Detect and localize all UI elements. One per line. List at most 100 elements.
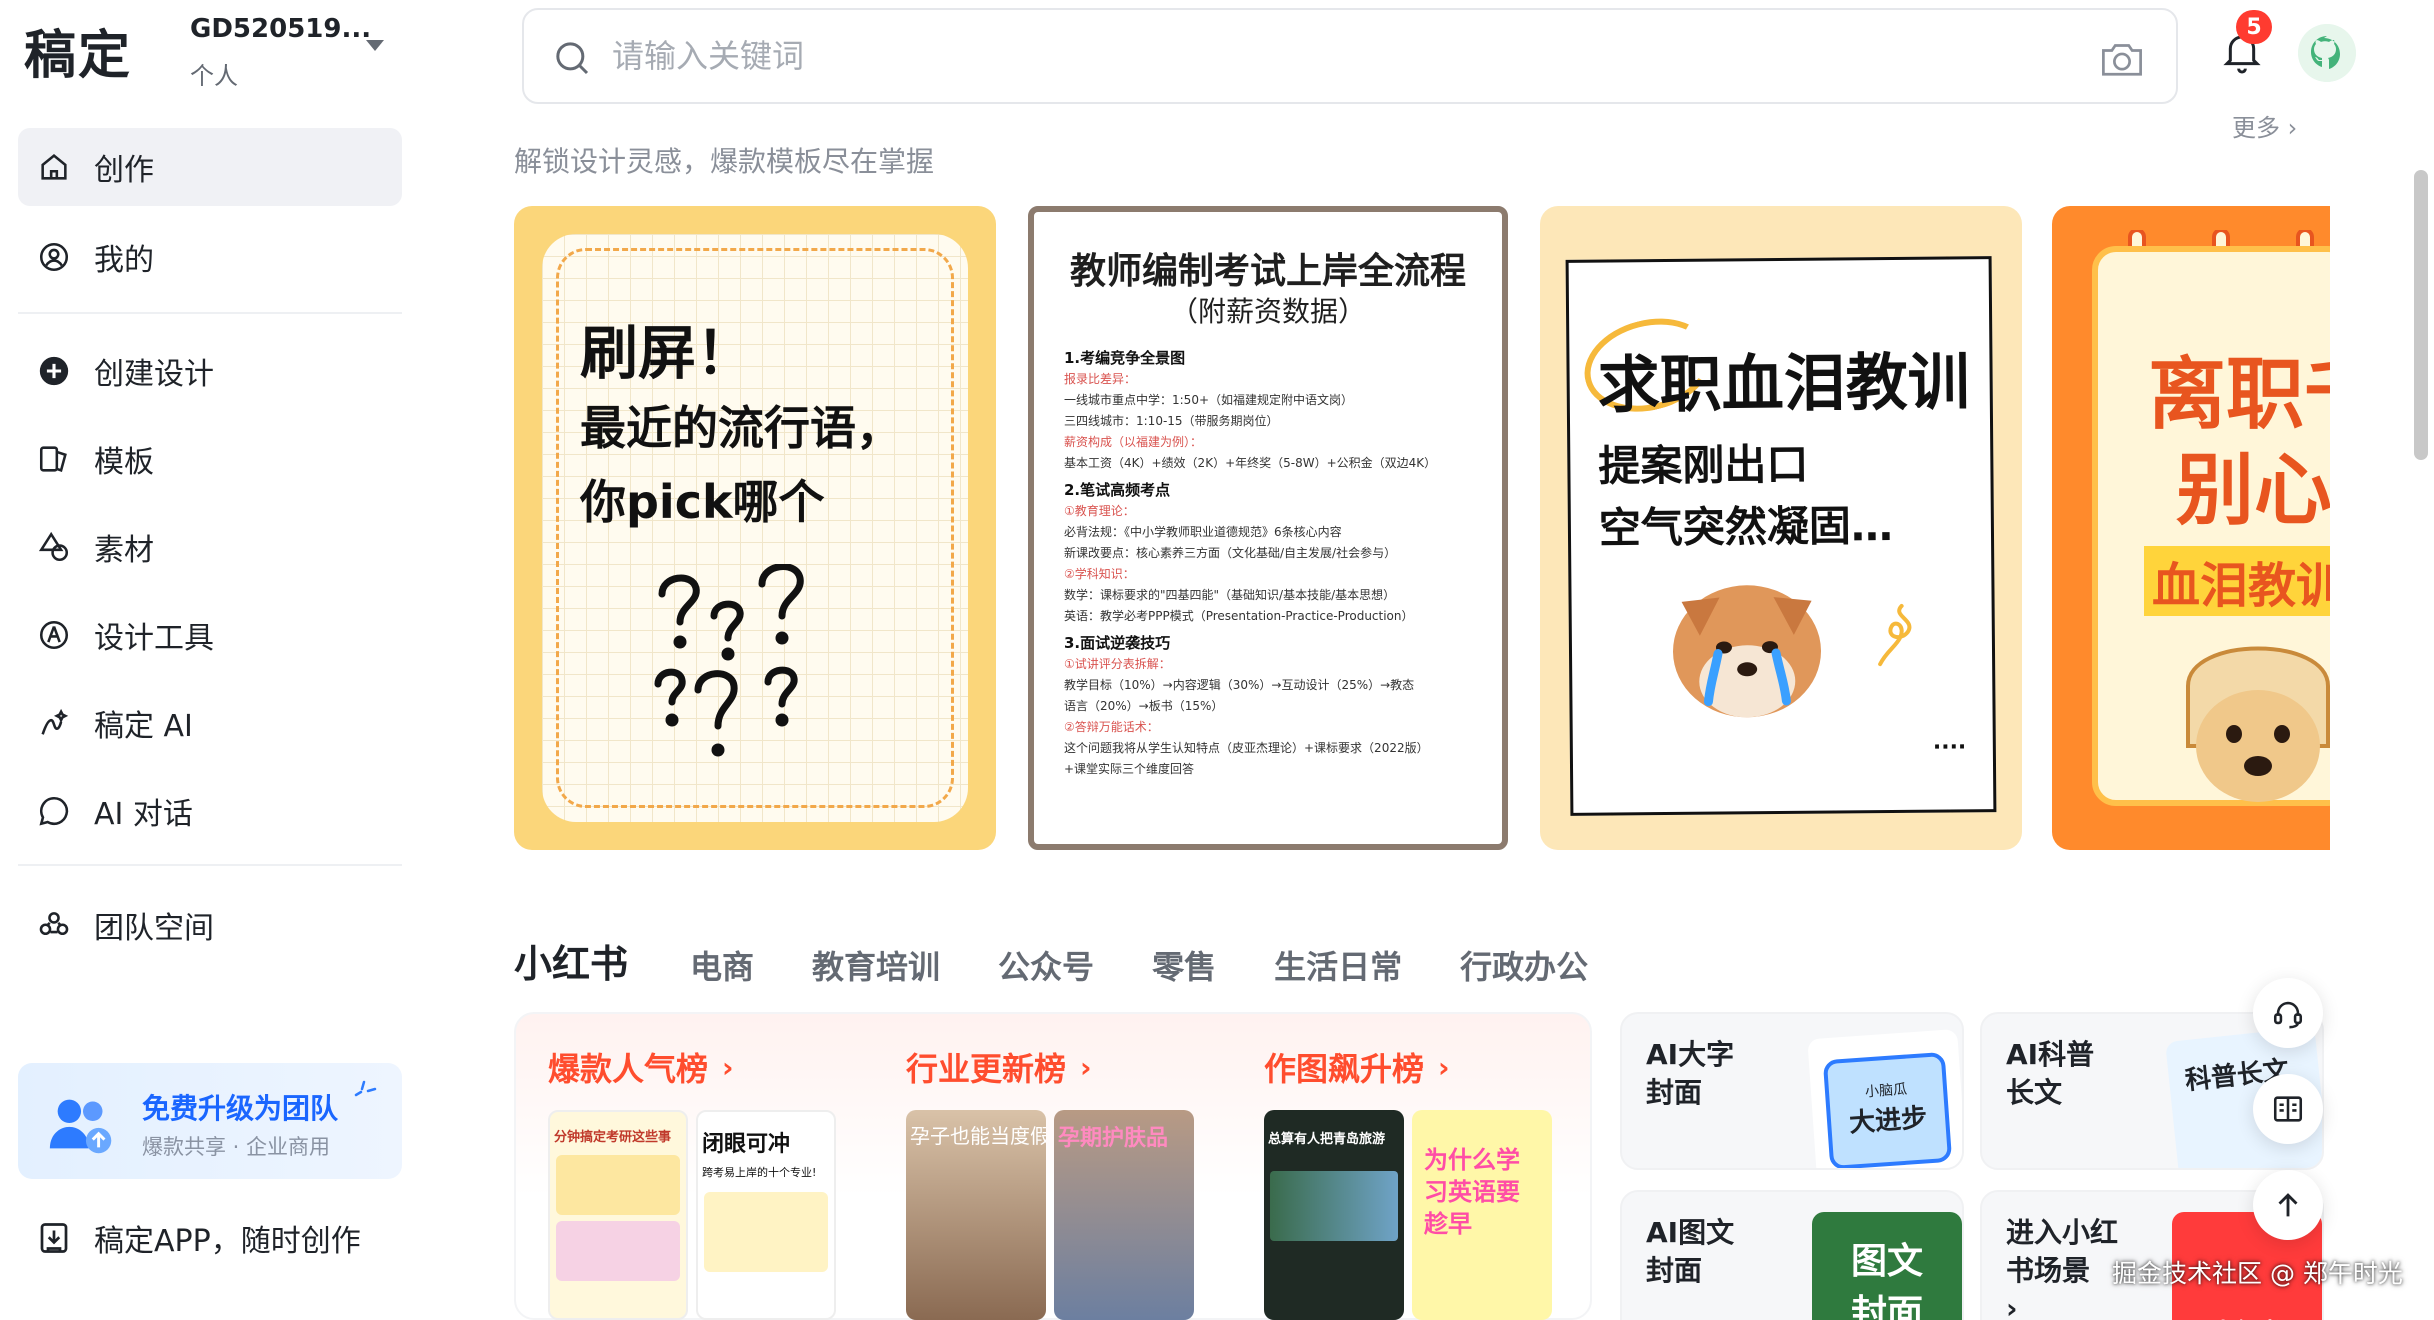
- card-line: 数学：课标要求的"四基四能"（基础知识/基本技能/基本思想）: [1064, 588, 1396, 602]
- card-line: 这个问题我将从学生认知特点（皮亚杰理论）+课标要求（2022版）: [1064, 741, 1429, 755]
- tool-label-line: 封面: [1646, 1254, 1703, 1287]
- avatar[interactable]: [2298, 24, 2356, 82]
- ranking-title: 爆款人气榜: [548, 1050, 709, 1088]
- download-icon: [40, 1223, 68, 1253]
- sidebar-item-create-design[interactable]: 创建设计: [18, 332, 402, 410]
- tab-ecommerce[interactable]: 电商: [690, 942, 754, 988]
- tab-xiaohongshu[interactable]: 小红书: [514, 933, 628, 988]
- template-card[interactable]: 求职血泪教训 提案刚出口 空气突然凝固… ....: [1540, 206, 2022, 850]
- thumbnail-block: [556, 1221, 680, 1281]
- template-thumbnail[interactable]: 总算有人把青岛旅游: [1264, 1110, 1404, 1320]
- sidebar-item-label: 我的: [94, 243, 154, 278]
- tool-thumbnail-text: 图文: [1850, 1241, 1923, 1282]
- customer-service-button[interactable]: [2253, 978, 2323, 1048]
- template-thumbnail[interactable]: 分钟搞定考研这些事: [548, 1110, 688, 1320]
- home-icon: [36, 149, 72, 185]
- tool-label-line: 书场景: [2006, 1254, 2091, 1287]
- card-line: ①试讲评分表拆解：: [1064, 657, 1171, 671]
- user-icon: [36, 239, 72, 275]
- template-thumbnail[interactable]: 为什么学习英语要趁早: [1412, 1110, 1552, 1320]
- tool-label-line: 封面: [1646, 1076, 1703, 1109]
- watermark-text: 掘金技术社区 @ 郑午时光: [2112, 1259, 2403, 1288]
- sidebar-item-ai-chat[interactable]: AI 对话: [18, 772, 402, 850]
- swirl-decoration: [1878, 603, 1912, 667]
- ranking-column: 行业更新榜 ›: [906, 1044, 1246, 1090]
- card-title: 教师编制考试上岸全流程: [1069, 250, 1466, 292]
- card-line: ①教育理论：: [1064, 504, 1135, 518]
- tab-daily-life[interactable]: 生活日常: [1274, 942, 1402, 988]
- card-line: +课堂实际三个维度回答: [1064, 762, 1195, 776]
- upgrade-team-card[interactable]: 免费升级为团队 爆款共享 · 企业商用: [18, 1063, 402, 1179]
- tab-office-admin[interactable]: 行政办公: [1460, 942, 1588, 988]
- account-switcher[interactable]: GD520519... 个人: [190, 14, 371, 91]
- template-card[interactable]: 教师编制考试上岸全流程 （附薪资数据） 1.考编竞争全景图 报录比差异： 一线城…: [1028, 206, 1508, 850]
- ranking-title-link[interactable]: 爆款人气榜 ›: [548, 1044, 888, 1090]
- book-icon: [2273, 1096, 2303, 1122]
- card-artwork: 刷屏！ 最近的流行语， 你pick哪个: [542, 234, 968, 822]
- tool-thumbnail: 图文 封面: [1812, 1212, 1962, 1320]
- search-box[interactable]: [522, 8, 2178, 104]
- more-label: 更多: [2232, 114, 2280, 142]
- card-line: 薪资构成（以福建为例）：: [1064, 435, 1203, 449]
- search-input[interactable]: [612, 28, 2012, 84]
- chevron-right-icon: ›: [722, 1050, 734, 1084]
- tool-label: AI图文 封面: [1646, 1214, 1734, 1290]
- card-text-line: 最近的流行语，: [580, 401, 902, 455]
- brand-logo[interactable]: 稿定: [24, 14, 132, 86]
- tool-label-line: AI大字: [1646, 1038, 1735, 1071]
- download-app-link[interactable]: 稿定APP，随时创作: [18, 1198, 361, 1278]
- camera-icon[interactable]: [2100, 40, 2144, 78]
- card-text-line: 你pick哪个: [580, 475, 825, 529]
- sidebar-item-materials[interactable]: 素材: [18, 508, 402, 586]
- back-to-top-button[interactable]: [2253, 1170, 2323, 1240]
- template-thumbnail[interactable]: 孕子也能当度假: [906, 1110, 1046, 1320]
- template-card[interactable]: 刷屏！ 最近的流行语， 你pick哪个: [514, 206, 996, 850]
- category-tabs: 小红书 电商 教育培训 公众号 零售 生活日常 行政办公: [514, 928, 1646, 988]
- template-card[interactable]: 离职千 别心软 血泪教训: [2052, 206, 2330, 850]
- tool-label-line: AI科普: [2006, 1038, 2095, 1071]
- tab-education[interactable]: 教育培训: [812, 942, 940, 988]
- card-text-line: 空气突然凝固…: [1598, 501, 1894, 553]
- tab-official-account[interactable]: 公众号: [998, 942, 1094, 988]
- scrollbar-thumb[interactable]: [2414, 170, 2428, 460]
- card-subtitle: （附薪资数据）: [1169, 295, 1366, 328]
- card-decoration-dots: ....: [1932, 729, 1967, 755]
- sidebar: 稿定 GD520519... 个人 创作 我的 创建设计 模板 素材 设计工具 …: [0, 0, 418, 1320]
- sidebar-item-create[interactable]: 创作: [18, 128, 402, 206]
- more-link[interactable]: 更多 ›: [2232, 108, 2297, 143]
- template-thumbnail[interactable]: 闭眼可冲 跨考易上岸的十个专业!: [696, 1110, 836, 1320]
- tool-label-line: 长文: [2006, 1076, 2063, 1109]
- thumbnail-text: 总算有人把青岛旅游: [1268, 1132, 1386, 1147]
- thumbnail-text: 闭眼可冲: [702, 1132, 791, 1157]
- card-headline: 刷屏！: [580, 319, 755, 387]
- card-section-heading: 2.笔试高频考点: [1064, 481, 1171, 499]
- card-line: 一线城市重点中学：1:50+（如福建规定附中语文岗）: [1064, 393, 1354, 407]
- sidebar-item-design-tools[interactable]: 设计工具: [18, 596, 402, 674]
- divider: [18, 312, 402, 314]
- tool-label: AI大字封面: [1646, 1036, 1734, 1112]
- notification-badge: 5: [2236, 10, 2272, 44]
- sidebar-item-label: 模板: [94, 445, 154, 480]
- tab-retail[interactable]: 零售: [1152, 942, 1216, 988]
- sidebar-item-templates[interactable]: 模板: [18, 420, 402, 498]
- thumbnail-text: 为什么学习英语要趁早: [1424, 1146, 1520, 1238]
- sidebar-item-gaoding-ai[interactable]: 稿定 AI: [18, 684, 402, 762]
- ranking-title-link[interactable]: 行业更新榜 ›: [906, 1044, 1246, 1090]
- sidebar-item-label: 团队空间: [94, 911, 214, 946]
- sidebar-item-team-space[interactable]: 团队空间: [18, 886, 402, 964]
- card-section-heading: 1.考编竞争全景图: [1064, 349, 1186, 367]
- account-id: GD520519...: [190, 14, 372, 44]
- download-app-label: 稿定APP，随时创作: [94, 1224, 361, 1259]
- card-text-line: 提案刚出口: [1598, 439, 1809, 491]
- template-icon: [36, 441, 72, 477]
- ai-tool-card[interactable]: AI图文 封面 图文 封面: [1620, 1190, 1964, 1320]
- sidebar-item-label: 设计工具: [94, 621, 214, 656]
- tool-thumbnail-text: 大进步: [1848, 1103, 1929, 1139]
- ranking-title-link[interactable]: 作图飙升榜 ›: [1264, 1044, 1604, 1090]
- card-body: 1.考编竞争全景图 报录比差异： 一线城市重点中学：1:50+（如福建规定附中语…: [1064, 342, 1484, 780]
- ai-tool-card[interactable]: AI大字 封面 小脑瓜 大进步: [1620, 1012, 1964, 1170]
- guide-button[interactable]: [2253, 1074, 2323, 1144]
- template-thumbnail[interactable]: 孕期护肤品: [1054, 1110, 1194, 1320]
- chevron-down-icon[interactable]: [366, 40, 384, 51]
- sidebar-item-mine[interactable]: 我的: [18, 218, 402, 296]
